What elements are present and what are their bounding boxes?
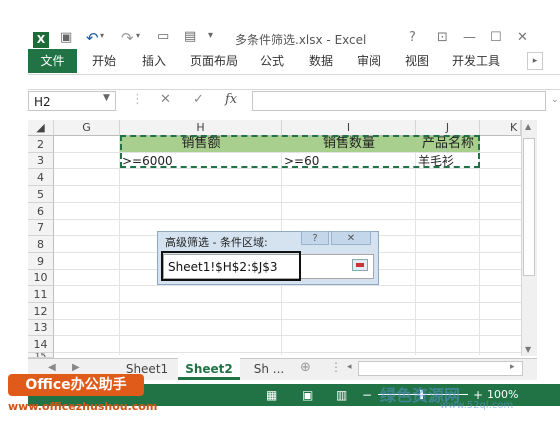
row-header[interactable]: 11	[28, 286, 54, 303]
tab-view[interactable]: 视图	[405, 49, 429, 73]
column-header-k[interactable]: K	[480, 120, 521, 136]
tab-file[interactable]: 文件	[28, 49, 77, 73]
print-preview-icon[interactable]: ▤	[184, 29, 196, 44]
expand-dialog-glyph	[356, 263, 364, 267]
scroll-left-icon[interactable]: ◂	[347, 362, 352, 372]
sheet-tab-sheet2[interactable]: Sheet2	[178, 358, 240, 380]
dialog-help-button[interactable]: ?	[301, 231, 329, 245]
page-layout-view-icon[interactable]: ▣	[302, 388, 313, 402]
page-break-view-icon[interactable]: ▥	[336, 388, 347, 402]
scroll-down-icon[interactable]: ▼	[525, 345, 531, 354]
row-header[interactable]: 6	[28, 203, 54, 220]
row-header[interactable]: 14	[28, 336, 54, 353]
row-header[interactable]: 9	[28, 253, 54, 270]
row-header[interactable]: 8	[28, 236, 54, 253]
scroll-up-icon[interactable]: ▲	[525, 122, 531, 131]
gridline	[54, 202, 528, 203]
vertical-scroll-thumb[interactable]	[523, 138, 535, 276]
gridline	[54, 302, 528, 303]
formula-bar-divider: ⋮	[131, 92, 144, 107]
watermark-url: www.officezhushou.com	[8, 400, 158, 413]
name-box-dropdown-icon[interactable]: ▼	[103, 93, 110, 103]
row-header[interactable]: 4	[28, 169, 54, 186]
insert-function-icon[interactable]: fx	[225, 92, 237, 107]
watermark-logo: Office办公助手	[8, 374, 144, 396]
sheet-tab-more[interactable]: Sh ...	[244, 358, 294, 380]
scroll-right-icon[interactable]: ▸	[510, 362, 515, 372]
window-title: 多条件筛选.xlsx - Excel	[235, 33, 367, 47]
dialog-close-button[interactable]: ✕	[331, 231, 371, 245]
column-header-j[interactable]: J	[416, 120, 480, 136]
row-header[interactable]: 12	[28, 303, 54, 320]
save-icon[interactable]: ▣	[60, 30, 72, 45]
tab-formulas[interactable]: 公式	[260, 49, 284, 73]
redo-dropdown-icon[interactable]: ▾	[136, 31, 140, 40]
tab-splitter-icon[interactable]: ⋮	[330, 360, 342, 374]
undo-icon[interactable]: ↶	[86, 29, 99, 47]
dialog-title: 高级筛选 - 条件区域:	[165, 236, 268, 249]
row-header[interactable]: 10	[28, 270, 54, 286]
tab-review[interactable]: 审阅	[357, 49, 381, 73]
tab-developer[interactable]: 开发工具	[452, 49, 500, 73]
sheet-nav-next-icon[interactable]: ▶	[72, 362, 80, 373]
gridline	[54, 219, 528, 220]
expand-formula-bar-icon[interactable]: ⌄	[551, 95, 559, 105]
row-header[interactable]: 3	[28, 153, 54, 169]
annotation-highlight-box	[161, 251, 301, 281]
tab-home[interactable]: 开始	[92, 49, 116, 73]
help-button[interactable]: ?	[409, 30, 416, 45]
enter-icon[interactable]: ✓	[193, 92, 204, 107]
tab-data[interactable]: 数据	[309, 49, 333, 73]
gridline	[54, 319, 528, 320]
undo-dropdown-icon[interactable]: ▾	[100, 31, 104, 40]
row-header[interactable]: 5	[28, 186, 54, 203]
minimize-button[interactable]: —	[463, 30, 476, 45]
tab-insert[interactable]: 插入	[142, 49, 166, 73]
watermark-right-url: www.52ql.com	[440, 400, 514, 411]
row-header[interactable]: 13	[28, 320, 54, 336]
gridline	[54, 185, 528, 186]
gridline	[54, 352, 528, 353]
ribbon-body	[28, 75, 560, 90]
open-icon[interactable]: ▭	[157, 29, 169, 44]
tab-page-layout[interactable]: 页面布局	[190, 49, 238, 73]
select-all-corner[interactable]: ◢	[28, 120, 54, 136]
selection-marquee	[120, 135, 480, 168]
customize-qat-icon[interactable]: ▾	[208, 30, 213, 41]
ribbon-scroll-right-icon[interactable]: ▸	[527, 52, 543, 70]
sheet-nav-prev-icon[interactable]: ◀	[48, 362, 56, 373]
column-header-h[interactable]: H	[120, 120, 282, 136]
gridline	[54, 285, 528, 286]
close-button[interactable]: ✕	[517, 30, 528, 45]
excel-logo-icon: X	[33, 32, 49, 48]
new-sheet-icon[interactable]: ⊕	[300, 360, 311, 375]
normal-view-icon[interactable]: ▦	[266, 388, 277, 402]
gridline	[54, 335, 528, 336]
horizontal-scrollbar[interactable]	[358, 361, 523, 376]
row-header[interactable]: 7	[28, 220, 54, 236]
zoom-out-icon[interactable]: −	[362, 388, 372, 402]
column-header-i[interactable]: I	[282, 120, 416, 136]
maximize-button[interactable]: ☐	[490, 30, 502, 45]
formula-input[interactable]	[252, 91, 546, 111]
column-header-g[interactable]: G	[54, 120, 120, 136]
redo-icon[interactable]: ↷	[121, 29, 134, 47]
ribbon-display-options-icon[interactable]: ⊡	[437, 30, 448, 45]
expand-dialog-icon[interactable]	[352, 259, 368, 271]
cancel-icon[interactable]: ✕	[160, 92, 171, 107]
row-header[interactable]: 2	[28, 136, 54, 153]
